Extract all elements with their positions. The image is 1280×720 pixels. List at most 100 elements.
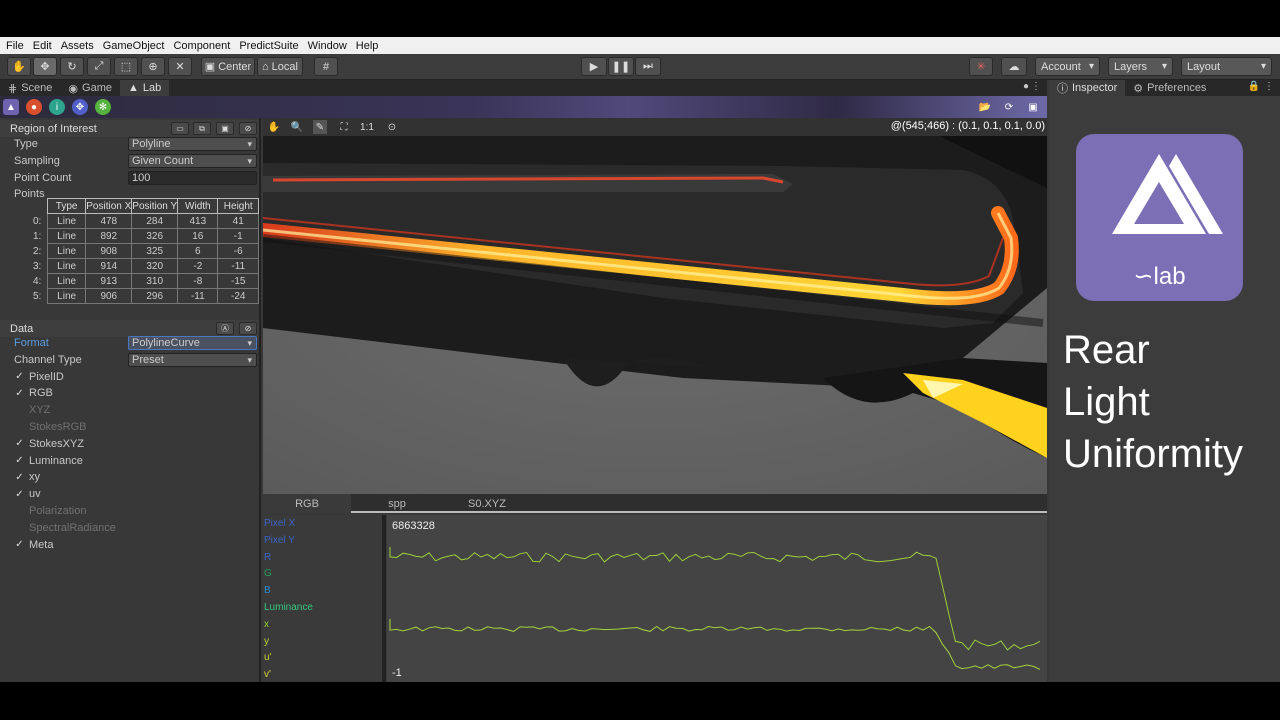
channel-check-row[interactable]: ✓ StokesXYZ [0, 435, 259, 452]
legend-item[interactable]: Pixel Y [264, 535, 295, 546]
zoom-icon[interactable]: 🔍 [290, 120, 304, 134]
channel-tab-s0xyz[interactable]: S0.XYZ [443, 494, 531, 513]
table-row[interactable]: Line 892 326 16 -1 [46, 228, 259, 244]
channel-tab-spp[interactable]: spp [353, 494, 441, 513]
play-button[interactable]: ▶ [581, 57, 607, 76]
cell-h[interactable]: -6 [217, 243, 259, 259]
pivot-center-button[interactable]: ▣ Center [201, 57, 255, 76]
cell-px[interactable]: 478 [85, 213, 133, 229]
channel-check-row[interactable]: ✓ PixelID [0, 368, 259, 385]
scale-tool-icon[interactable]: ⤢ [87, 57, 111, 76]
transform-tool-icon[interactable]: ⊕ [141, 57, 165, 76]
move-tool-icon[interactable]: ✥ [33, 57, 57, 76]
checkbox-unchecked-icon[interactable] [14, 405, 25, 416]
roi-open-icon[interactable]: ▭ [171, 122, 189, 135]
cell-py[interactable]: 296 [131, 288, 179, 304]
channel-tab-rgb[interactable]: RGB [263, 494, 351, 513]
cell-w[interactable]: -2 [177, 258, 219, 274]
legend-item[interactable]: B [264, 585, 271, 596]
zoom-1to1-button[interactable]: 1:1 [358, 120, 376, 134]
table-row[interactable]: Line 913 310 -8 -15 [46, 273, 259, 289]
layers-dropdown[interactable]: Layers [1108, 57, 1173, 76]
table-row[interactable]: Line 908 325 6 -6 [46, 243, 259, 259]
cell-w[interactable]: 16 [177, 228, 219, 244]
step-button[interactable]: ⏭ [635, 57, 661, 76]
tab-inspector[interactable]: ⓘ Inspector [1049, 80, 1126, 96]
cell-h[interactable]: -1 [217, 228, 259, 244]
layout-dropdown[interactable]: Layout [1181, 57, 1272, 76]
checkbox-checked-icon[interactable]: ✓ [14, 388, 25, 399]
collab-icon[interactable]: ✳ [969, 57, 993, 76]
channel-check-row[interactable]: SpectralRadiance [0, 519, 259, 536]
account-dropdown[interactable]: Account [1035, 57, 1100, 76]
grid-snap-icon[interactable]: # [314, 57, 338, 76]
menu-help[interactable]: Help [356, 40, 379, 52]
roi-save-icon[interactable]: ▣ [216, 122, 234, 135]
menu-predictsuite[interactable]: PredictSuite [239, 40, 298, 52]
cell-h[interactable]: -15 [217, 273, 259, 289]
checkbox-checked-icon[interactable]: ✓ [14, 472, 25, 483]
pan-icon[interactable]: ✋ [267, 120, 281, 134]
channel-check-row[interactable]: ✓ xy [0, 469, 259, 486]
legend-item[interactable]: R [264, 552, 271, 563]
legend-item[interactable]: Pixel X [264, 518, 295, 529]
channel-check-row[interactable]: Polarization [0, 502, 259, 519]
cell-type[interactable]: Line [46, 213, 87, 229]
center-icon[interactable]: ⊙ [385, 120, 399, 134]
info-icon[interactable]: i [49, 99, 65, 115]
pause-button[interactable]: ❚❚ [608, 57, 634, 76]
legend-item[interactable]: y [264, 636, 269, 647]
legend-item[interactable]: u' [264, 652, 271, 663]
col-height[interactable]: Height [217, 198, 259, 214]
sync-icon[interactable]: ⟳ [1001, 99, 1017, 115]
checkbox-checked-icon[interactable]: ✓ [14, 455, 25, 466]
save-icon[interactable]: ▣ [1025, 99, 1041, 115]
channel-type-dropdown[interactable]: Preset [128, 352, 257, 367]
checkbox-checked-icon[interactable]: ✓ [14, 438, 25, 449]
cell-h[interactable]: 41 [217, 213, 259, 229]
checkbox-unchecked-icon[interactable] [14, 522, 25, 533]
cell-py[interactable]: 326 [131, 228, 179, 244]
checkbox-checked-icon[interactable]: ✓ [14, 371, 25, 382]
menu-file[interactable]: File [6, 40, 24, 52]
cell-px[interactable]: 914 [85, 258, 133, 274]
fit-icon[interactable]: ⛶ [337, 120, 351, 134]
legend-item[interactable]: G [264, 568, 272, 579]
legend-item[interactable]: v' [264, 669, 271, 680]
cell-w[interactable]: -11 [177, 288, 219, 304]
render-icon[interactable]: ● [26, 99, 42, 115]
custom-tool-icon[interactable]: ✕ [168, 57, 192, 76]
tab-lab[interactable]: ▲ Lab [120, 80, 170, 96]
table-row[interactable]: Line 906 296 -11 -24 [46, 288, 259, 304]
cell-py[interactable]: 325 [131, 243, 179, 259]
col-position-x[interactable]: Position X [85, 198, 133, 214]
cell-py[interactable]: 310 [131, 273, 179, 289]
settings-icon[interactable]: ✻ [95, 99, 111, 115]
roi-copy-icon[interactable]: ⧉ [193, 122, 211, 135]
checkbox-checked-icon[interactable]: ✓ [14, 539, 25, 550]
tab-preferences[interactable]: ⚙ Preferences [1125, 80, 1214, 96]
menu-component[interactable]: Component [173, 40, 230, 52]
cell-w[interactable]: 413 [177, 213, 219, 229]
checkbox-checked-icon[interactable]: ✓ [14, 489, 25, 500]
rotate-tool-icon[interactable]: ↻ [60, 57, 84, 76]
col-width[interactable]: Width [177, 198, 219, 214]
picker-icon[interactable]: ✎ [313, 120, 327, 134]
menu-assets[interactable]: Assets [61, 40, 94, 52]
legend-item[interactable]: x [264, 619, 269, 630]
more-icon[interactable]: ⋮ [1264, 81, 1274, 92]
legend-splitter[interactable] [382, 515, 386, 682]
cell-h[interactable]: -24 [217, 288, 259, 304]
tab-game[interactable]: ◉ Game [60, 80, 120, 96]
tab-scene[interactable]: ⋕ Scene [0, 80, 60, 96]
pivot-local-button[interactable]: ⌂ Local [257, 57, 303, 76]
menu-window[interactable]: Window [308, 40, 347, 52]
cell-type[interactable]: Line [46, 288, 87, 304]
roi-sampling-dropdown[interactable]: Given Count [128, 153, 257, 168]
cell-py[interactable]: 320 [131, 258, 179, 274]
open-folder-icon[interactable]: 📂 [977, 99, 993, 115]
table-row[interactable]: Line 478 284 413 41 [46, 213, 259, 229]
table-row[interactable]: Line 914 320 -2 -11 [46, 258, 259, 274]
roi-count-input[interactable]: 100 [128, 170, 257, 185]
cell-type[interactable]: Line [46, 243, 87, 259]
